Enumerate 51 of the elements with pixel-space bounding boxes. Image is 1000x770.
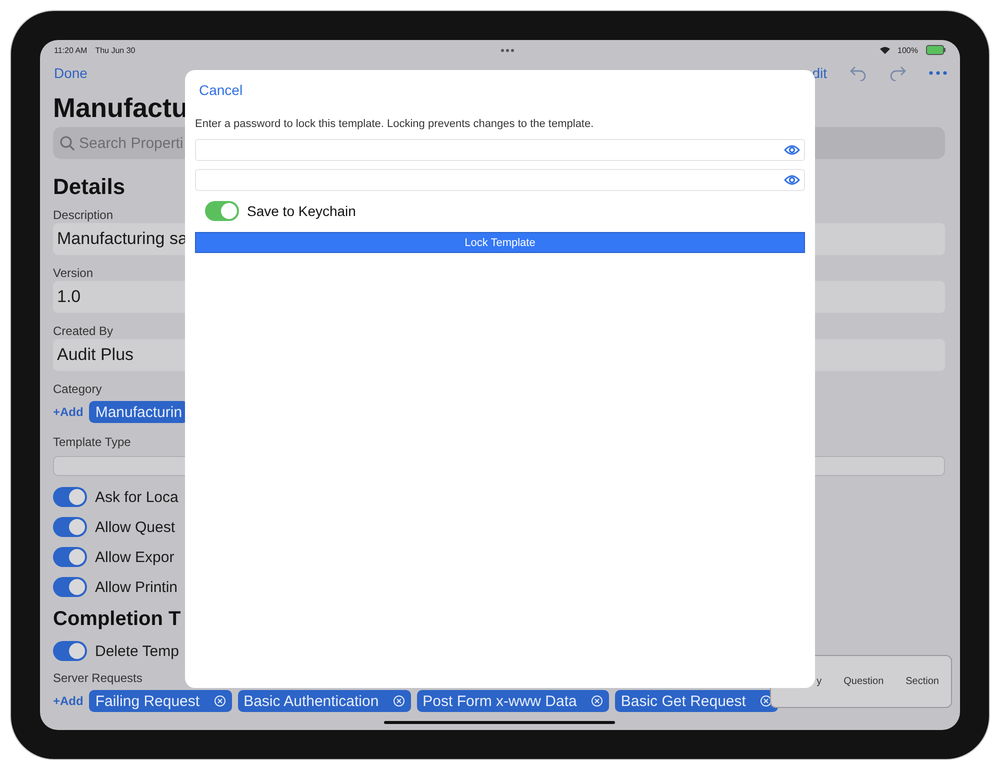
field-label: Server Requests — [53, 670, 142, 686]
toggle-label: Ask for Loca — [95, 488, 178, 506]
request-tag[interactable]: Basic Get Request — [614, 690, 778, 712]
eye-icon[interactable] — [784, 174, 800, 186]
instruction-text: Enter a password to lock this template. Locking prevents changes to the template. — [195, 117, 595, 131]
section-heading: Details — [53, 173, 126, 201]
toggle-label: Allow Quest — [95, 518, 176, 536]
password-field[interactable] — [195, 169, 805, 191]
password-field[interactable] — [195, 139, 805, 161]
menu-item[interactable]: y — [816, 676, 822, 687]
multitask-icon[interactable] — [500, 48, 514, 52]
toggle-switch[interactable] — [53, 547, 87, 567]
request-tag[interactable]: Post Form x-www Data — [416, 690, 609, 712]
status-time: 11:20 AM — [54, 46, 88, 54]
remove-icon[interactable] — [760, 695, 772, 707]
field-label: Template Type — [53, 434, 131, 450]
field-label: Category — [53, 381, 102, 397]
remove-icon[interactable] — [214, 695, 226, 707]
toggle-switch[interactable] — [53, 577, 87, 597]
add-button[interactable]: +Add — [53, 694, 84, 708]
remove-icon[interactable] — [590, 695, 603, 707]
page-title: Manufactu — [53, 92, 188, 124]
cancel-button[interactable]: Cancel — [195, 80, 247, 100]
toggle-label: Delete Temp — [95, 642, 179, 660]
menu-item[interactable]: Question — [844, 676, 884, 687]
field-label: Created By — [53, 323, 114, 339]
lock-template-button[interactable]: Lock Template — [195, 232, 805, 253]
section-heading: Completion T — [53, 607, 181, 632]
battery-percent: 100% — [898, 46, 918, 54]
done-button[interactable]: Done — [54, 65, 88, 81]
toggle-label: Allow Printin — [95, 578, 178, 596]
search-icon — [60, 136, 75, 150]
toggle-switch[interactable] — [205, 201, 239, 221]
toggle-switch[interactable] — [53, 487, 87, 507]
remove-icon[interactable] — [392, 695, 405, 707]
request-tag[interactable]: Failing Request — [89, 690, 232, 712]
battery-icon — [926, 45, 946, 55]
toggle-switch[interactable] — [53, 517, 87, 537]
field-label: Description — [53, 207, 114, 223]
status-date: Thu Jun 30 — [95, 46, 136, 54]
edit-button[interactable]: dit — [812, 65, 827, 81]
toggle-label: Allow Expor — [95, 548, 174, 566]
field-label: Version — [53, 265, 94, 281]
toggle-switch[interactable] — [53, 641, 87, 661]
more-icon[interactable] — [929, 71, 947, 75]
wifi-icon — [880, 46, 890, 54]
add-button[interactable]: +Add — [53, 405, 84, 419]
menu-item[interactable]: Section — [906, 676, 939, 687]
request-tag[interactable]: Basic Authentication — [238, 690, 411, 712]
toggle-label: Save to Keychain — [247, 203, 356, 219]
eye-icon[interactable] — [784, 144, 800, 156]
